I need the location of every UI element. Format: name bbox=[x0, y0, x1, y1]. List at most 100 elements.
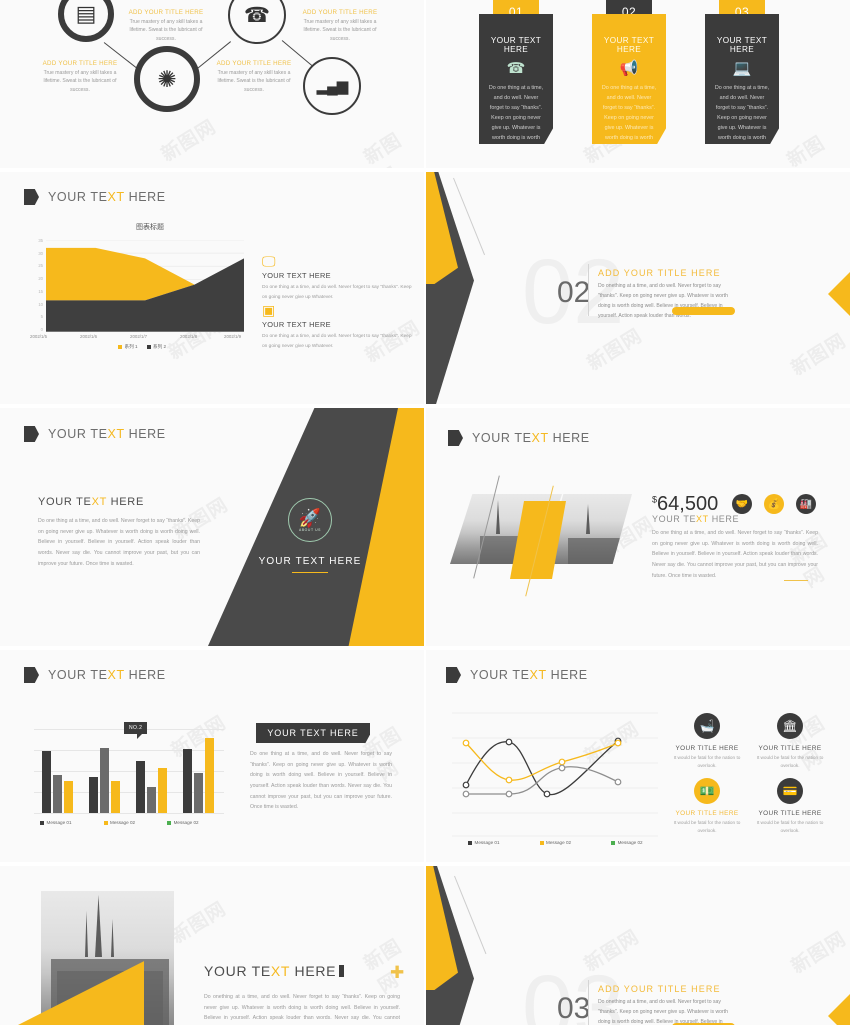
watermark: 新图网 bbox=[360, 935, 406, 998]
decor-right-triangle bbox=[828, 994, 850, 1025]
photo-body: Do onething at a time, and do well. Neve… bbox=[204, 994, 400, 1022]
watermark: 新图网 bbox=[788, 330, 850, 381]
line-item-body-4: It would be fatal for the nation to over… bbox=[756, 820, 824, 834]
section-header-label: YOUR TEXT HERE bbox=[48, 190, 166, 204]
card-03[interactable]: 03 YOUR TEXT HERE 💻 Do one thing at a ti… bbox=[705, 0, 779, 144]
caption-title: ADD YOUR TITLE HERE bbox=[216, 60, 292, 67]
bar-body: Do one thing at a time, and do well. Nev… bbox=[250, 751, 392, 811]
line-item-title-2: YOUR TITLE HERE bbox=[758, 745, 822, 752]
line-item-title-4: YOUR TITLE HERE bbox=[758, 810, 822, 817]
card-title: YOUR TEXT HERE bbox=[716, 36, 768, 54]
y-tick-35: 35 bbox=[38, 238, 43, 243]
handshake-icon[interactable]: 🤝 bbox=[732, 494, 752, 514]
caption-body: True mastery of any skill takes a lifeti… bbox=[43, 70, 117, 93]
section-header: YOUR TEXT HERE bbox=[446, 667, 588, 683]
watermark: 新图网 bbox=[783, 132, 829, 168]
divider bbox=[588, 264, 589, 316]
section-header: YOUR TEXT HERE bbox=[24, 189, 166, 205]
cross-icon: ✚ bbox=[390, 963, 405, 982]
about-badge[interactable]: 🚀 ABOUT US bbox=[288, 498, 332, 542]
slide-section-03[interactable]: 新图网 新图网 03 03 ADD YOUR TITLE HERE Do one… bbox=[426, 866, 850, 1025]
y-tick-10: 10 bbox=[38, 301, 43, 307]
card-title: YOUR TEXT HERE bbox=[490, 36, 542, 54]
node-telephone[interactable]: ☎ bbox=[228, 0, 286, 44]
section-title: ADD YOUR TITLE HERE bbox=[598, 268, 721, 278]
node-bar-signal[interactable]: ▂▄▆ bbox=[303, 57, 361, 115]
factory-icon[interactable]: 🏭 bbox=[796, 494, 816, 514]
legend-item-3: Message 02 bbox=[611, 840, 643, 845]
coin-glyph: 💰 bbox=[767, 498, 781, 510]
divider bbox=[588, 980, 589, 1025]
caption-4: ADD YOUR TITLE HERE True mastery of any … bbox=[212, 60, 296, 94]
bath-icon[interactable]: 🛁 bbox=[694, 713, 720, 739]
slide-three-cards[interactable]: 新图网 新图网 01 YOUR TEXT HERE ☎ Do one thing… bbox=[426, 0, 850, 168]
card-01[interactable]: 01 YOUR TEXT HERE ☎ Do one thing at a ti… bbox=[479, 0, 553, 144]
flag-icon bbox=[448, 430, 463, 446]
about-caption: YOUR TEXT HERE bbox=[258, 556, 362, 567]
photo-heading: YOUR TEXT HERE bbox=[204, 963, 345, 979]
x-tick-2: 2002/1/7 bbox=[130, 334, 148, 339]
section-number: 03 bbox=[557, 992, 591, 1025]
chart-legend: Message 01 Message 02 Message 02 bbox=[40, 820, 199, 825]
gridline bbox=[34, 813, 224, 814]
slide-circle-network[interactable]: 新图网 新图网 ▤ ✺ ☎ ▂▄▆ ADD YOUR TITLE HERE Tr… bbox=[0, 0, 424, 168]
camera-icon: ▣ bbox=[262, 302, 276, 318]
y-tick-25: 25 bbox=[38, 263, 43, 269]
feature-body: Do one thing at a time, and do well. Nev… bbox=[262, 334, 412, 349]
slide-line-chart[interactable]: 新图网 新图网 YOUR TEXT HERE Message 01 Messag… bbox=[426, 650, 850, 862]
factory-glyph: 🏭 bbox=[799, 498, 813, 510]
feature-title: YOUR TEXT HERE bbox=[262, 320, 331, 329]
legend-item-2: Message 02 bbox=[539, 840, 571, 845]
bar-signal-icon: ▂▄▆ bbox=[316, 77, 349, 95]
money-bag-icon[interactable]: 💵 bbox=[694, 778, 720, 804]
caption-body: True mastery of any skill takes a lifeti… bbox=[129, 19, 203, 42]
feature-body: Do one thing at a time, and do well. Nev… bbox=[262, 285, 412, 300]
flag-icon bbox=[24, 667, 39, 683]
slide-area-chart[interactable]: 新图网 新图网 YOUR TEXT HERE 图表标题 35 30 25 20 … bbox=[0, 172, 424, 404]
caption-3: ADD YOUR TITLE HERE True mastery of any … bbox=[298, 9, 382, 43]
bar-tooltip: NO.2 bbox=[124, 722, 148, 739]
node-contact-book[interactable]: ▤ bbox=[58, 0, 114, 42]
chart-title: 图表标题 bbox=[136, 224, 164, 231]
caption-title: ADD YOUR TITLE HERE bbox=[128, 9, 204, 16]
legend-item-2: Message 02 bbox=[103, 820, 135, 825]
laptop-icon: 💻 bbox=[732, 60, 752, 77]
rocket-icon: 🚀 bbox=[298, 507, 322, 528]
watermark: 新图网 bbox=[788, 928, 850, 979]
line-chart-plot bbox=[452, 712, 658, 837]
accent-pill bbox=[672, 307, 735, 315]
flag-icon bbox=[24, 189, 39, 205]
node-satellite[interactable]: ✺ bbox=[134, 46, 200, 112]
slide-bar-chart[interactable]: 新图网 新图网 YOUR TEXT HERE NO.2 Message 01 M… bbox=[0, 650, 424, 862]
slide-about-us[interactable]: 新图网 新图网 YOUR TEXT HERE YOUR TEXT HERE Do… bbox=[0, 408, 424, 646]
monitor-icon: 🖵 bbox=[262, 253, 276, 269]
bar-banner: YOUR TEXT HERE bbox=[256, 723, 370, 743]
legend-item-series1: 系列 1 bbox=[118, 344, 138, 350]
coin-icon[interactable]: 💰 bbox=[764, 494, 784, 514]
x-tick-0: 2002/1/5 bbox=[30, 334, 48, 339]
line-item-title-3: YOUR TITLE HERE bbox=[675, 810, 739, 817]
bank-icon[interactable]: 🏛 bbox=[777, 713, 803, 739]
handshake-glyph: 🤝 bbox=[735, 498, 749, 510]
slide-money-stat[interactable]: 新图网 新图网 YOUR TEXT HERE $64,500 YOUR TEXT… bbox=[426, 408, 850, 646]
y-tick-5: 5 bbox=[40, 314, 43, 320]
section-header: YOUR TEXT HERE bbox=[24, 426, 166, 442]
bank-glyph: 🏛 bbox=[782, 719, 798, 733]
y-tick-30: 30 bbox=[38, 250, 43, 256]
money-body: Do one thing at a time, and do well. Nev… bbox=[652, 530, 818, 579]
money-bag-glyph: 💵 bbox=[699, 784, 715, 798]
slide-photo-text[interactable]: 新图网 新图网 YOUR TEXT HERE Do onething at a … bbox=[0, 866, 424, 1025]
slide-section-02[interactable]: 新图网 新图网 02 02 ADD YOUR TITLE HERE Do one… bbox=[426, 172, 850, 404]
section-number: 02 bbox=[557, 276, 591, 309]
watermark: 新图网 bbox=[158, 116, 221, 167]
y-tick-20: 20 bbox=[38, 276, 43, 282]
feature-title: YOUR TEXT HERE bbox=[262, 271, 331, 280]
card-body: YOUR TEXT HERE 📢 Do one thing at a time,… bbox=[592, 14, 666, 144]
about-heading: YOUR TEXT HERE bbox=[38, 496, 144, 508]
megaphone-mute-icon: 📢 bbox=[619, 60, 639, 77]
credit-card-icon[interactable]: 💳 bbox=[777, 778, 803, 804]
card-02[interactable]: 02 YOUR TEXT HERE 📢 Do one thing at a ti… bbox=[592, 0, 666, 144]
x-tick-4: 2002/1/9 bbox=[224, 334, 242, 339]
satellite-dish-icon: ✺ bbox=[157, 65, 177, 92]
card-text: Do one thing at a time, and do well. Nev… bbox=[488, 85, 544, 161]
